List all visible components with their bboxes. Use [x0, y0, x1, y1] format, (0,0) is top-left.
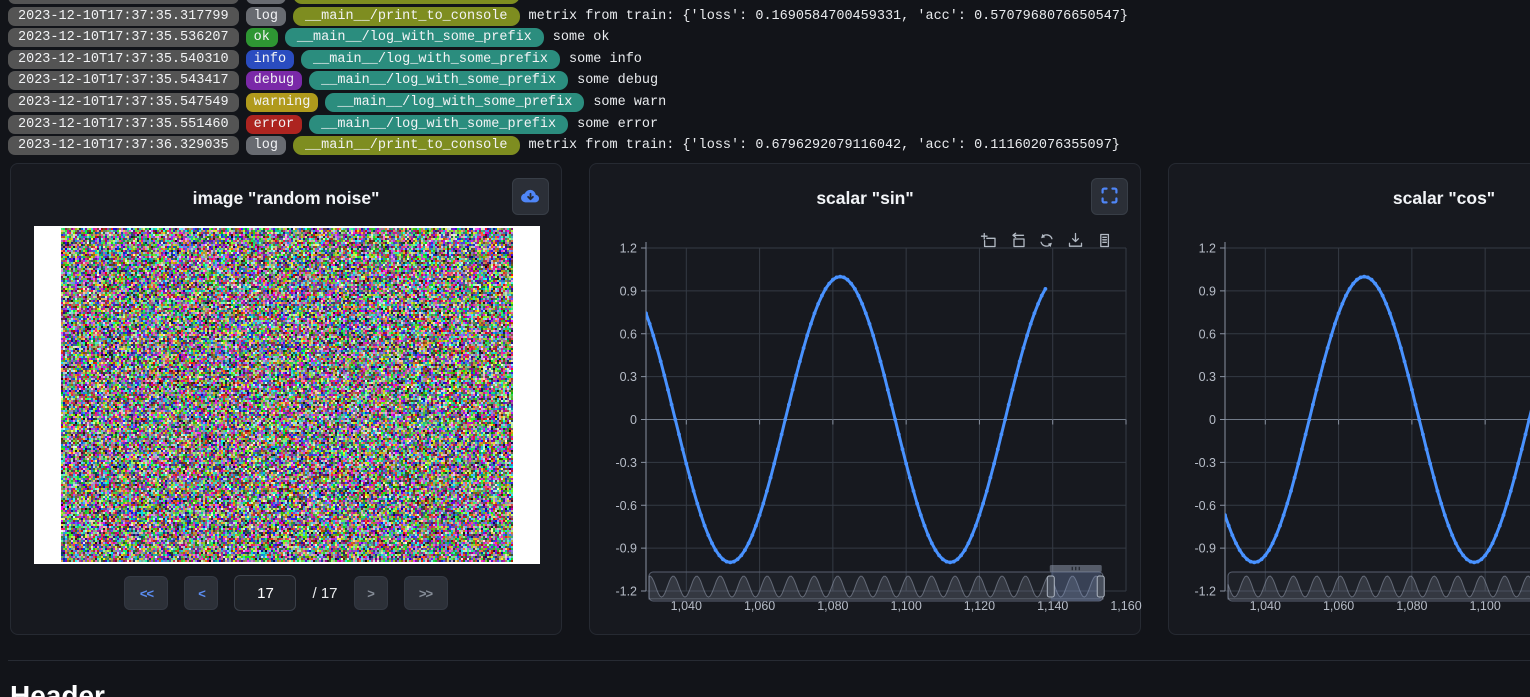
log-message: some ok	[553, 30, 610, 45]
log-timestamp-badge: 2023-12-10T17:37:35.540310	[8, 50, 239, 69]
svg-text:-0.9: -0.9	[1194, 542, 1216, 556]
log-row: 2023-12-10T17:37:35.317799 log __main__/pr…	[8, 6, 1530, 28]
image-pager: << < / 17 > >>	[11, 575, 561, 611]
datazoom-window[interactable]	[1051, 572, 1101, 601]
log-level-badge: log	[246, 7, 286, 26]
log-logger-badge: __main__/log_with_some_prefix	[309, 115, 568, 134]
log-timestamp-badge: 2023-12-10T17:37:35.551460	[8, 115, 239, 134]
svg-text:-0.9: -0.9	[615, 542, 637, 556]
cos-panel: scalar "cos" 1.20.90.60.30-0.3-0.6-0.9-1…	[1168, 163, 1530, 635]
toolbox-zoom-reset-button[interactable]	[1009, 232, 1026, 249]
svg-text:0: 0	[1209, 413, 1216, 427]
image-figure	[34, 226, 540, 564]
svg-text:0.3: 0.3	[620, 370, 637, 384]
svg-text:0: 0	[630, 413, 637, 427]
download-image-button[interactable]	[512, 178, 549, 215]
panels-row: image "random noise" << < / 17 > >>	[10, 163, 1530, 635]
log-logger-badge: __main__/print_to_console	[293, 7, 520, 26]
pager-last-button[interactable]: >>	[404, 576, 448, 610]
sin-panel: scalar "sin" 1.20.90.60.30-0.3-0.6-0.9-1…	[589, 163, 1141, 635]
pager-next-button[interactable]: >	[354, 576, 388, 610]
log-logger-badge: __main__/log_with_some_prefix	[301, 50, 560, 69]
svg-text:0.3: 0.3	[1199, 370, 1216, 384]
toolbox-restore-button[interactable]	[1038, 232, 1055, 249]
log-timestamp-badge: 2023-12-10T17:37:36.329035	[8, 136, 239, 155]
page-root: 2023-12-10T17:37:35.317799 log __main__/pr…	[0, 0, 1530, 697]
log-timestamp-badge: 2023-12-10T17:37:35.317799	[8, 7, 239, 26]
image-panel: image "random noise" << < / 17 > >>	[10, 163, 562, 635]
datazoom-left-handle[interactable]	[1047, 576, 1054, 597]
svg-text:-0.3: -0.3	[615, 456, 637, 470]
log-message: some info	[569, 52, 642, 67]
pager-first-button[interactable]: <<	[124, 576, 168, 610]
log-level-badge: log	[246, 136, 286, 155]
log-message: some warn	[593, 95, 666, 110]
svg-text:-0.6: -0.6	[1194, 499, 1216, 513]
log-timestamp-badge: 2023-12-10T17:37:35.547549	[8, 93, 239, 112]
svg-text:0.9: 0.9	[620, 284, 637, 298]
log-row: 2023-12-10T17:37:35.547549 warning __main_…	[8, 92, 1530, 114]
log-timestamp-badge: 2023-12-10T17:37:35.536207	[8, 28, 239, 47]
image-panel-title: image "random noise"	[11, 188, 561, 209]
save-image-icon	[1067, 232, 1084, 249]
svg-text:1,160: 1,160	[1110, 599, 1141, 613]
log-row: 2023-12-10T17:37:36.329035 log __main__/pr…	[8, 135, 1530, 157]
footer-heading: Header	[10, 682, 105, 697]
section-divider	[8, 660, 1530, 661]
toolbox-zoom-select-button[interactable]	[980, 232, 997, 249]
datazoom-right-handle[interactable]	[1097, 576, 1104, 597]
log-message: some debug	[577, 73, 658, 88]
log-level-badge: info	[246, 50, 294, 69]
random-noise-image	[61, 228, 513, 562]
log-level-badge: ok	[246, 28, 278, 47]
log-logger-badge: __main__/log_with_some_prefix	[325, 93, 584, 112]
log-message: metrix from train: {'loss': 0.1690584700…	[529, 9, 1129, 24]
log-console: 2023-12-10T17:37:35.317799 log __main__/pr…	[8, 0, 1530, 156]
log-message: metrix from train: {'loss': 0.1690584700…	[529, 0, 1129, 2]
pager-prev-button[interactable]: <	[184, 576, 218, 610]
log-message: some error	[577, 117, 658, 132]
log-row: 2023-12-10T17:37:35.540310 info __main__/l…	[8, 49, 1530, 71]
log-timestamp-badge: 2023-12-10T17:37:35.317799	[8, 0, 239, 4]
svg-text:-1.2: -1.2	[1194, 585, 1216, 599]
log-level-badge: log	[246, 0, 286, 4]
log-logger-badge: __main__/log_with_some_prefix	[285, 28, 544, 47]
pager-page-input[interactable]	[234, 575, 296, 611]
log-logger-badge: __main__/log_with_some_prefix	[309, 71, 568, 90]
cos-chart-canvas: 1.20.90.60.30-0.3-0.6-0.9-1.21,0401,0601…	[1169, 164, 1530, 636]
log-level-badge: warning	[246, 93, 319, 112]
svg-text:1.2: 1.2	[1199, 242, 1216, 256]
zoom-reset-icon	[1009, 232, 1026, 249]
log-row: 2023-12-10T17:37:35.543417 debug __main__/…	[8, 70, 1530, 92]
svg-text:-0.6: -0.6	[615, 499, 637, 513]
svg-text:-1.2: -1.2	[615, 585, 637, 599]
cloud-download-icon	[520, 187, 541, 207]
toolbox-data-view-button[interactable]	[1096, 232, 1113, 249]
log-level-badge: error	[246, 115, 303, 134]
toolbox-save-image-button[interactable]	[1067, 232, 1084, 249]
svg-text:-0.3: -0.3	[1194, 456, 1216, 470]
svg-text:0.6: 0.6	[1199, 327, 1216, 341]
zoom-select-icon	[980, 232, 997, 249]
log-row: 2023-12-10T17:37:35.536207 ok __main__/log…	[8, 27, 1530, 49]
log-logger-badge: __main__/print_to_console	[293, 136, 520, 155]
svg-text:0.9: 0.9	[1199, 284, 1216, 298]
pager-total-label: / 17	[312, 585, 337, 602]
svg-text:1.2: 1.2	[620, 242, 637, 256]
log-level-badge: debug	[246, 71, 303, 90]
data-view-icon	[1096, 232, 1113, 249]
log-timestamp-badge: 2023-12-10T17:37:35.543417	[8, 71, 239, 90]
log-message: metrix from train: {'loss': 0.6796292079…	[529, 138, 1120, 153]
svg-text:0.6: 0.6	[620, 327, 637, 341]
log-logger-badge: __main__/print_to_console	[293, 0, 520, 4]
sin-chart-toolbox	[980, 232, 1113, 249]
log-row: 2023-12-10T17:37:35.551460 error __main__/…	[8, 113, 1530, 135]
restore-icon	[1038, 232, 1055, 249]
